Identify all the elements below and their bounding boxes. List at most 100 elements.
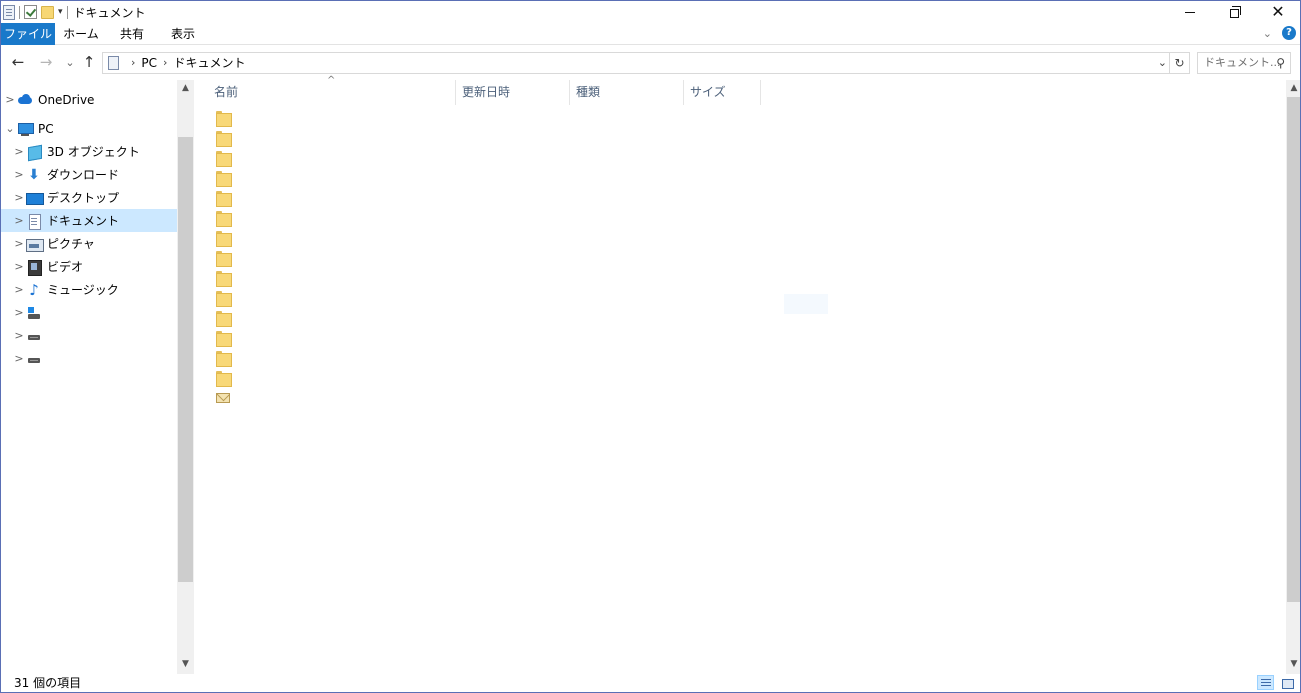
- list-item[interactable]: [208, 368, 448, 388]
- scroll-up-arrow-icon[interactable]: ▲: [1286, 80, 1300, 97]
- column-header-size[interactable]: サイズ: [683, 80, 760, 105]
- scrollbar-thumb[interactable]: [1287, 97, 1300, 602]
- breadcrumb-documents[interactable]: ドキュメント: [173, 53, 245, 73]
- chevron-right-icon[interactable]: >: [12, 306, 26, 319]
- column-header-name[interactable]: 名前: [207, 80, 455, 105]
- list-item[interactable]: [208, 268, 448, 288]
- tree-item[interactable]: >: [1, 301, 177, 324]
- pictures-icon: [26, 237, 44, 252]
- file-list-scrollbar[interactable]: ▲ ▼: [1286, 80, 1300, 675]
- list-item[interactable]: [208, 108, 448, 128]
- details-view-icon[interactable]: [1257, 675, 1274, 690]
- list-item[interactable]: [208, 208, 448, 228]
- tree-item[interactable]: >3D オブジェクト: [1, 140, 177, 163]
- breadcrumb-pc[interactable]: PC: [141, 53, 157, 73]
- expand-ribbon-chevron-icon[interactable]: ⌄: [1263, 27, 1272, 40]
- minimize-button[interactable]: [1168, 1, 1212, 23]
- search-input[interactable]: ドキュメント...: [1204, 53, 1281, 73]
- address-bar[interactable]: › PC › ドキュメント ⌄ ↻: [102, 52, 1190, 74]
- list-item[interactable]: [208, 128, 448, 148]
- list-item[interactable]: [208, 328, 448, 348]
- tab-share[interactable]: 共有: [107, 23, 157, 45]
- tab-view[interactable]: 表示: [157, 23, 209, 45]
- recent-locations-button[interactable]: ⌄: [61, 53, 79, 71]
- toolbar-divider: [66, 5, 68, 19]
- chevron-down-icon[interactable]: ⌄: [3, 122, 17, 135]
- tree-item[interactable]: ⌄ PC: [1, 117, 177, 140]
- tree-item[interactable]: > ドキュメント: [1, 209, 177, 232]
- navigation-pane: > OneDrive ⌄ PC >3D オブジェクト > ⬇ ダウンロード > デスクトップ > ドキ…: [1, 80, 194, 675]
- folder-icon: [216, 231, 232, 247]
- item-count: 31 個の項目: [14, 676, 82, 690]
- tab-file[interactable]: ファイル: [1, 23, 55, 45]
- list-item[interactable]: [208, 308, 448, 328]
- scrollbar-thumb[interactable]: [178, 137, 193, 582]
- customize-toolbar-dropdown-icon[interactable]: ▾: [58, 7, 63, 17]
- back-button[interactable]: ←: [9, 53, 27, 71]
- list-item[interactable]: [208, 248, 448, 268]
- folder-icon: [216, 271, 232, 287]
- tree-item[interactable]: > ビデオ: [1, 255, 177, 278]
- forward-button[interactable]: →: [37, 53, 55, 71]
- chevron-right-icon[interactable]: >: [12, 352, 26, 365]
- scroll-down-arrow-icon[interactable]: ▼: [1286, 656, 1300, 673]
- tree-item-label: ミュージック: [47, 283, 119, 297]
- address-history-dropdown-icon[interactable]: ⌄: [1158, 53, 1167, 73]
- scroll-up-arrow-icon[interactable]: ▲: [177, 80, 194, 97]
- mail-envelope-icon: [216, 393, 230, 403]
- ribbon-tabs: ファイル ホーム 共有 表示 ⌄ ?: [1, 23, 1300, 45]
- properties-check-icon[interactable]: [24, 5, 37, 19]
- column-divider[interactable]: [760, 80, 761, 105]
- chevron-right-icon[interactable]: >: [12, 168, 26, 181]
- tree-item[interactable]: > ⬇ ダウンロード: [1, 163, 177, 186]
- list-item[interactable]: [208, 148, 448, 168]
- tab-home[interactable]: ホーム: [55, 23, 107, 45]
- restore-button[interactable]: [1212, 1, 1256, 23]
- tree-item-label: ダウンロード: [47, 168, 120, 182]
- tree-item[interactable]: >: [1, 347, 177, 370]
- tree-item-label: ビデオ: [47, 260, 84, 274]
- tree-item[interactable]: > ♪ ミュージック: [1, 278, 177, 301]
- refresh-icon[interactable]: ↻: [1169, 53, 1189, 73]
- chevron-right-icon[interactable]: >: [12, 191, 26, 204]
- column-header-date-modified[interactable]: 更新日時: [455, 80, 569, 105]
- close-button[interactable]: ✕: [1256, 1, 1300, 23]
- tree-item[interactable]: > デスクトップ: [1, 186, 177, 209]
- up-button[interactable]: ↑: [80, 53, 98, 71]
- tree-item[interactable]: >: [1, 324, 177, 347]
- list-item[interactable]: [208, 348, 448, 368]
- chevron-right-icon[interactable]: >: [12, 283, 26, 296]
- list-item[interactable]: [208, 168, 448, 188]
- chevron-right-icon[interactable]: >: [12, 237, 26, 250]
- column-header-type[interactable]: 種類: [569, 80, 683, 105]
- download-icon: ⬇: [28, 166, 40, 183]
- toolbar-divider: [19, 5, 20, 19]
- scroll-down-arrow-icon[interactable]: ▼: [177, 656, 194, 673]
- large-icons-view-icon[interactable]: [1278, 675, 1295, 690]
- ribbon-right-controls: ⌄ ?: [1263, 26, 1296, 40]
- list-item[interactable]: [208, 188, 448, 208]
- list-item[interactable]: [208, 388, 448, 408]
- chevron-right-icon[interactable]: >: [12, 145, 26, 158]
- search-icon[interactable]: ⚲: [1276, 56, 1285, 70]
- folder-icon: [216, 151, 232, 167]
- chevron-right-icon[interactable]: >: [12, 329, 26, 342]
- chevron-right-icon[interactable]: >: [3, 93, 17, 106]
- tree-item[interactable]: > OneDrive: [1, 88, 177, 111]
- chevron-right-icon[interactable]: >: [12, 214, 26, 227]
- folder-icon: [216, 351, 232, 367]
- restore-icon: [1229, 5, 1241, 18]
- list-item[interactable]: [208, 228, 448, 248]
- tree-item-label: ピクチャ: [47, 237, 95, 251]
- new-folder-icon[interactable]: [41, 5, 54, 19]
- file-list: ^ 名前 更新日時 種類 サイズ: [194, 75, 1286, 675]
- folder-icon: [216, 371, 232, 387]
- navigation-pane-scrollbar[interactable]: ▲ ▼: [177, 80, 194, 675]
- search-box[interactable]: ドキュメント... ⚲: [1197, 52, 1291, 74]
- list-item[interactable]: [208, 288, 448, 308]
- tree-item[interactable]: > ピクチャ: [1, 232, 177, 255]
- window-title: ドキュメント: [73, 5, 146, 20]
- help-icon[interactable]: ?: [1282, 26, 1296, 40]
- chevron-right-icon[interactable]: >: [12, 260, 26, 273]
- folder-icon: [216, 131, 232, 147]
